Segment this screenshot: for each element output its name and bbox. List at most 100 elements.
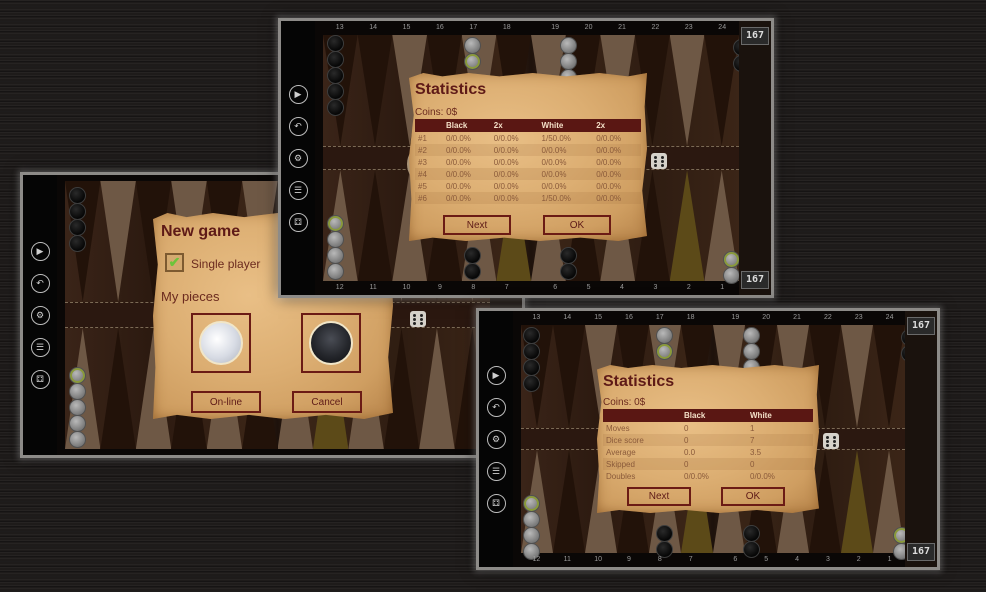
black-checker[interactable] bbox=[523, 343, 540, 360]
white-checker[interactable] bbox=[743, 327, 760, 344]
table-row: #4 0/0.0% 0/0.0% 0/0.0% 0/0.0% bbox=[415, 168, 641, 180]
settings-icon[interactable]: ⚙ bbox=[486, 429, 506, 449]
white-piece-icon bbox=[199, 321, 243, 365]
white-checker[interactable] bbox=[327, 247, 344, 264]
point-number: 15 bbox=[402, 24, 411, 31]
white-checker[interactable] bbox=[327, 263, 344, 280]
point-number: 8 bbox=[471, 284, 476, 291]
point-number: 2 bbox=[856, 556, 861, 563]
black-checker[interactable] bbox=[523, 359, 540, 376]
point-number: 19 bbox=[551, 24, 560, 31]
cancel-button[interactable]: Cancel bbox=[292, 391, 362, 413]
black-checker[interactable] bbox=[523, 375, 540, 392]
point-number: 12 bbox=[532, 556, 541, 563]
list-icon[interactable]: ☰ bbox=[486, 461, 506, 481]
black-checker[interactable] bbox=[69, 203, 86, 220]
online-button[interactable]: On-line bbox=[191, 391, 261, 413]
column-header bbox=[603, 409, 681, 422]
white-checker[interactable] bbox=[523, 511, 540, 528]
black-checker[interactable] bbox=[743, 525, 760, 542]
white-checker[interactable] bbox=[656, 327, 673, 344]
cell: 0/0.0% bbox=[493, 157, 519, 167]
white-checker[interactable] bbox=[560, 37, 577, 54]
white-checker[interactable] bbox=[464, 37, 481, 54]
list-icon[interactable]: ☰ bbox=[288, 180, 308, 200]
cell: 0/0.0% bbox=[538, 144, 594, 156]
white-checker[interactable] bbox=[69, 415, 86, 432]
black-checker[interactable] bbox=[560, 263, 577, 280]
point-number: 21 bbox=[618, 24, 626, 31]
white-checker[interactable] bbox=[656, 343, 673, 360]
cell: 0/0.0% bbox=[593, 168, 641, 180]
cell: 7 bbox=[747, 434, 813, 446]
my-pieces-label: My pieces bbox=[161, 289, 220, 304]
dice-icon[interactable]: ⚃ bbox=[30, 369, 50, 389]
single-player-checkbox[interactable]: ✔ bbox=[165, 253, 184, 272]
table-row: Skipped 0 0 bbox=[603, 458, 813, 470]
black-checker[interactable] bbox=[69, 187, 86, 204]
play-icon[interactable]: ▶ bbox=[486, 365, 506, 385]
white-checker[interactable] bbox=[560, 53, 577, 70]
black-checker[interactable] bbox=[327, 51, 344, 68]
black-piece-option[interactable] bbox=[301, 313, 361, 373]
white-checker[interactable] bbox=[69, 431, 86, 448]
black-checker[interactable] bbox=[69, 235, 86, 252]
white-checker[interactable] bbox=[743, 343, 760, 360]
undo-icon[interactable]: ↶ bbox=[288, 116, 308, 136]
white-piece-option[interactable] bbox=[191, 313, 251, 373]
point-number: 12 bbox=[335, 284, 344, 291]
black-checker[interactable] bbox=[327, 99, 344, 116]
table-header-row: Black White bbox=[603, 409, 813, 422]
side-toolbar: ▶ ↶ ⚙ ☰ ⚃ bbox=[23, 175, 57, 455]
die bbox=[651, 153, 667, 169]
white-checker[interactable] bbox=[523, 527, 540, 544]
pip-count-top: 167 bbox=[907, 317, 935, 335]
white-checker[interactable] bbox=[69, 367, 86, 384]
next-button[interactable]: Next bbox=[443, 215, 511, 235]
point-number: 8 bbox=[657, 556, 662, 563]
cell: 0/0.0% bbox=[750, 471, 775, 481]
white-checker[interactable] bbox=[69, 399, 86, 416]
point-numbers-bottom: 12 11 10 9 8 7 6 5 4 3 2 1 bbox=[521, 553, 905, 567]
point-number: 20 bbox=[584, 24, 593, 31]
black-checker[interactable] bbox=[560, 247, 577, 264]
undo-icon[interactable]: ↶ bbox=[486, 397, 506, 417]
point-number: 1 bbox=[887, 556, 892, 563]
black-checker[interactable] bbox=[327, 83, 344, 100]
white-checker[interactable] bbox=[327, 215, 344, 232]
white-checker[interactable] bbox=[723, 251, 740, 268]
white-checker[interactable] bbox=[327, 231, 344, 248]
black-checker[interactable] bbox=[523, 327, 540, 344]
white-checker[interactable] bbox=[523, 495, 540, 512]
row-label: #5 bbox=[418, 181, 427, 191]
cell: 0/0.0% bbox=[596, 157, 622, 167]
black-checker[interactable] bbox=[69, 219, 86, 236]
ok-button[interactable]: OK bbox=[543, 215, 611, 235]
dice-icon[interactable]: ⚃ bbox=[486, 493, 506, 513]
white-checker[interactable] bbox=[69, 383, 86, 400]
black-checker[interactable] bbox=[327, 67, 344, 84]
cell: 1 bbox=[750, 423, 755, 433]
point-number: 11 bbox=[563, 556, 571, 563]
black-checker[interactable] bbox=[656, 525, 673, 542]
point-number: 18 bbox=[502, 24, 511, 31]
dice-icon[interactable]: ⚃ bbox=[288, 212, 308, 232]
black-checker[interactable] bbox=[327, 35, 344, 52]
next-button[interactable]: Next bbox=[627, 487, 691, 506]
pip-count-bottom: 167 bbox=[741, 271, 769, 289]
point-number: 2 bbox=[686, 284, 691, 291]
black-checker[interactable] bbox=[464, 263, 481, 280]
play-icon[interactable]: ▶ bbox=[288, 84, 308, 104]
die bbox=[823, 433, 839, 449]
undo-icon[interactable]: ↶ bbox=[30, 273, 50, 293]
list-icon[interactable]: ☰ bbox=[30, 337, 50, 357]
point-number: 9 bbox=[627, 556, 631, 563]
point-number: 7 bbox=[688, 556, 693, 563]
white-checker[interactable] bbox=[464, 53, 481, 70]
play-icon[interactable]: ▶ bbox=[30, 241, 50, 261]
black-checker[interactable] bbox=[464, 247, 481, 264]
ok-button[interactable]: OK bbox=[721, 487, 785, 506]
point-number: 7 bbox=[504, 284, 509, 291]
settings-icon[interactable]: ⚙ bbox=[288, 148, 308, 168]
settings-icon[interactable]: ⚙ bbox=[30, 305, 50, 325]
